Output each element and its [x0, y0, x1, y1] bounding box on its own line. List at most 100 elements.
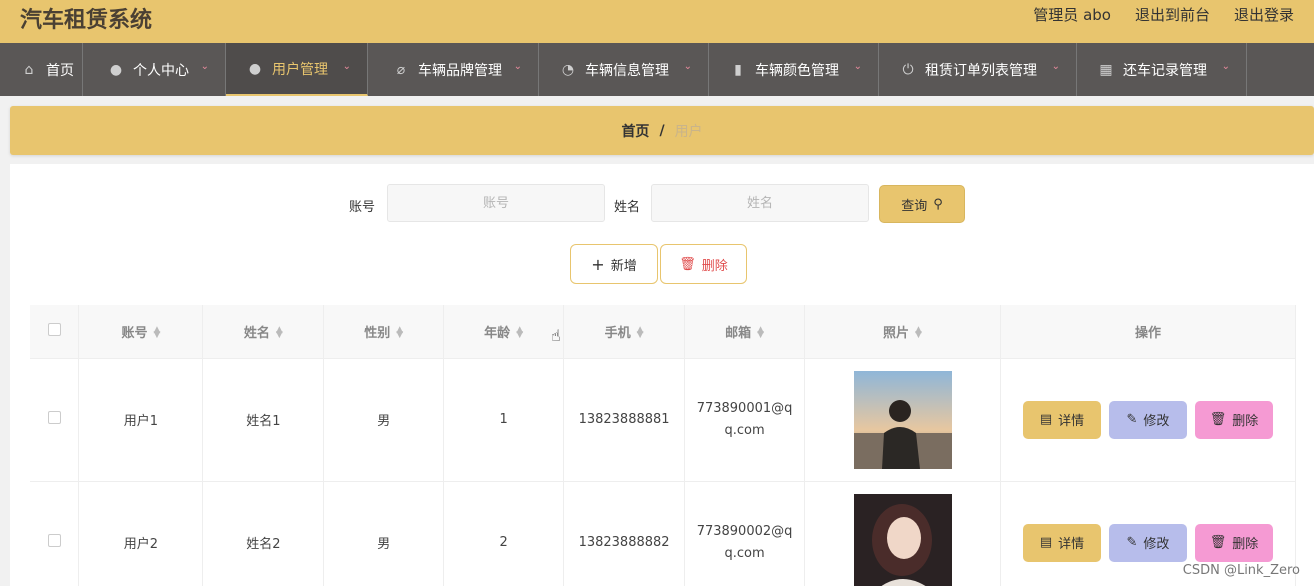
- row-actions: ▤ 详情 ✎ 修改 🗑 删除: [1001, 400, 1295, 439]
- select-all-checkbox[interactable]: [47, 322, 61, 336]
- main-nav: ⌂ 首页 ● 个人中心 ⌄ ● 用户管理 ⌄ ⌀ 车辆品牌管理 ⌄ ◔ 车辆信息…: [0, 43, 1314, 96]
- photo-cell: [804, 358, 1001, 482]
- delete-button[interactable]: 🗑 删除: [1194, 400, 1273, 439]
- sort-icon[interactable]: ▲ ▼: [276, 326, 283, 340]
- column-header[interactable]: 账号 ▲ ▼: [78, 305, 204, 359]
- select-all-cell: [30, 305, 80, 359]
- nav-item-label: 首页: [46, 62, 74, 79]
- content-panel: 账号 姓名 查询 ⚲ + 新增 🗑 删除 账号 ▲▼ 姓名 ▲▼ 性别 ▲▼ 年龄 ▲▼…: [10, 164, 1314, 586]
- table-header-row: 账号 ▲ ▼ 姓名 ▲ ▼ 性别 ▲ ▼ 年龄 ▲ ▼ 手机 ▲ ▼ 邮箱 ▲ ▼ 照片 ▲ ▼ 操作: [30, 305, 1297, 359]
- delete-label: 删除: [701, 258, 728, 274]
- delete-button[interactable]: 🗑 删除: [1194, 523, 1273, 562]
- nav-item-label: 用户管理: [272, 61, 328, 78]
- edit-label: 修改: [1143, 414, 1170, 429]
- detail-button[interactable]: ▤ 详情: [1022, 523, 1101, 562]
- sort-icon[interactable]: ▲ ▼: [396, 326, 403, 340]
- person-icon: ●: [109, 61, 123, 78]
- logout-link[interactable]: 退出登录: [1234, 4, 1294, 25]
- detail-label: 详情: [1058, 414, 1085, 429]
- nav-item-orders[interactable]: ⏻ 租赁订单列表管理 ⌄: [879, 43, 1077, 96]
- user-photo[interactable]: [853, 493, 952, 586]
- power-icon: ⏻: [902, 61, 914, 78]
- document-icon: ▤: [1039, 535, 1053, 550]
- column-header-label: 年龄: [484, 325, 511, 341]
- nav-item-home[interactable]: ⌂ 首页: [0, 43, 83, 96]
- chevron-down-icon: ⌄: [200, 61, 209, 72]
- email-text: 773890001@qq.com: [696, 400, 793, 438]
- edit-button[interactable]: ✎ 修改: [1108, 523, 1187, 562]
- column-header[interactable]: 照片 ▲ ▼: [804, 305, 1001, 359]
- nav-item-colors[interactable]: ▮ 车辆颜色管理 ⌄: [709, 43, 879, 96]
- email-text: 773890002@qq.com: [696, 523, 793, 561]
- gender-cell: 男: [323, 358, 445, 482]
- name-cell: 姓名1: [202, 358, 325, 482]
- sort-icon[interactable]: ▲ ▼: [153, 326, 160, 340]
- nav-item-returns[interactable]: ▦ 还车记录管理 ⌄: [1077, 43, 1247, 96]
- chevron-down-icon: ⌄: [853, 61, 862, 72]
- column-header-label: 账号: [121, 325, 148, 341]
- column-header-label: 操作: [1134, 325, 1161, 341]
- sort-icon[interactable]: ▲ ▼: [516, 326, 523, 340]
- name-cell: 姓名2: [202, 481, 325, 586]
- user-table: 账号 ▲ ▼ 姓名 ▲ ▼ 性别 ▲ ▼ 年龄 ▲ ▼ 手机 ▲ ▼ 邮箱 ▲ ▼ 照片 ▲ ▼ 操作 用户…: [30, 305, 1297, 586]
- row-select-cell: [30, 358, 80, 482]
- gender-cell: 男: [323, 481, 445, 586]
- name-input[interactable]: [651, 184, 869, 222]
- nav-item-label: 车辆信息管理: [585, 62, 669, 79]
- edit-button[interactable]: ✎ 修改: [1108, 400, 1187, 439]
- age-cell: 1: [443, 358, 565, 482]
- query-button[interactable]: 查询 ⚲: [879, 185, 965, 223]
- nav-item-label: 车辆品牌管理: [418, 62, 502, 79]
- sort-icon[interactable]: ▲ ▼: [915, 326, 922, 340]
- nav-item-label: 还车记录管理: [1123, 62, 1207, 79]
- row-select-cell: [30, 481, 80, 586]
- table-row: 用户2 姓名2 男 2 13823888882 773890002@qq.com: [30, 481, 1297, 586]
- grid-icon: ▦: [1099, 61, 1113, 78]
- column-header-label: 手机: [604, 325, 631, 341]
- trash-icon: 🗑: [1209, 535, 1227, 550]
- user-photo[interactable]: [853, 370, 952, 469]
- app-title: 汽车租赁系统: [20, 8, 153, 33]
- column-header[interactable]: 邮箱 ▲ ▼: [684, 305, 806, 359]
- column-header[interactable]: 年龄 ▲ ▼: [443, 305, 565, 359]
- add-label: 新增: [610, 258, 637, 274]
- breadcrumb-home[interactable]: 首页: [621, 121, 649, 141]
- account-input[interactable]: [387, 184, 605, 222]
- column-header[interactable]: 姓名 ▲ ▼: [202, 305, 325, 359]
- nav-item-profile[interactable]: ● 个人中心 ⌄: [83, 43, 226, 96]
- sort-icon[interactable]: ▲ ▼: [637, 326, 644, 340]
- photo-cell: [804, 481, 1001, 586]
- plus-icon: +: [591, 254, 605, 274]
- row-checkbox[interactable]: [47, 534, 61, 547]
- column-header: 操作: [1000, 305, 1297, 359]
- edit-icon: ✎: [1126, 535, 1138, 550]
- column-header-label: 姓名: [243, 325, 270, 341]
- column-header[interactable]: 性别 ▲ ▼: [323, 305, 445, 359]
- detail-button[interactable]: ▤ 详情: [1022, 400, 1101, 439]
- current-user: 管理员 abo: [1033, 6, 1111, 24]
- account-cell: 用户2: [78, 481, 204, 586]
- breadcrumb-current: 用户: [674, 123, 703, 140]
- nav-item-vehicles[interactable]: ◔ 车辆信息管理 ⌄: [539, 43, 709, 96]
- back-to-front-link[interactable]: 退出到前台: [1135, 4, 1210, 25]
- email-cell: 773890001@qq.com: [684, 358, 806, 482]
- brand-icon: ⌀: [396, 61, 406, 78]
- nav-item-users[interactable]: ● 用户管理 ⌄: [226, 43, 368, 96]
- top-header: 汽车租赁系统 管理员 abo 退出到前台 退出登录: [0, 0, 1314, 43]
- trash-icon: 🗑: [1209, 412, 1227, 427]
- column-header[interactable]: 手机 ▲ ▼: [563, 305, 686, 359]
- add-button[interactable]: + 新增: [570, 244, 658, 284]
- breadcrumb-separator: /: [659, 122, 665, 139]
- trash-icon: 🗑: [679, 256, 696, 272]
- top-actions: 管理员 abo 退出到前台 退出登录: [1033, 4, 1294, 25]
- chevron-down-icon: ⌄: [1051, 61, 1060, 72]
- row-checkbox[interactable]: [47, 411, 61, 424]
- chevron-down-icon: ⌄: [1221, 61, 1230, 72]
- column-header-label: 照片: [883, 325, 910, 341]
- column-header-label: 性别: [364, 325, 391, 341]
- sort-icon[interactable]: ▲ ▼: [757, 326, 764, 340]
- nav-item-brands[interactable]: ⌀ 车辆品牌管理 ⌄: [368, 43, 539, 96]
- account-label: 账号: [349, 200, 376, 215]
- bulk-delete-button[interactable]: 🗑 删除: [660, 244, 747, 284]
- dashboard-icon: ◔: [561, 61, 575, 78]
